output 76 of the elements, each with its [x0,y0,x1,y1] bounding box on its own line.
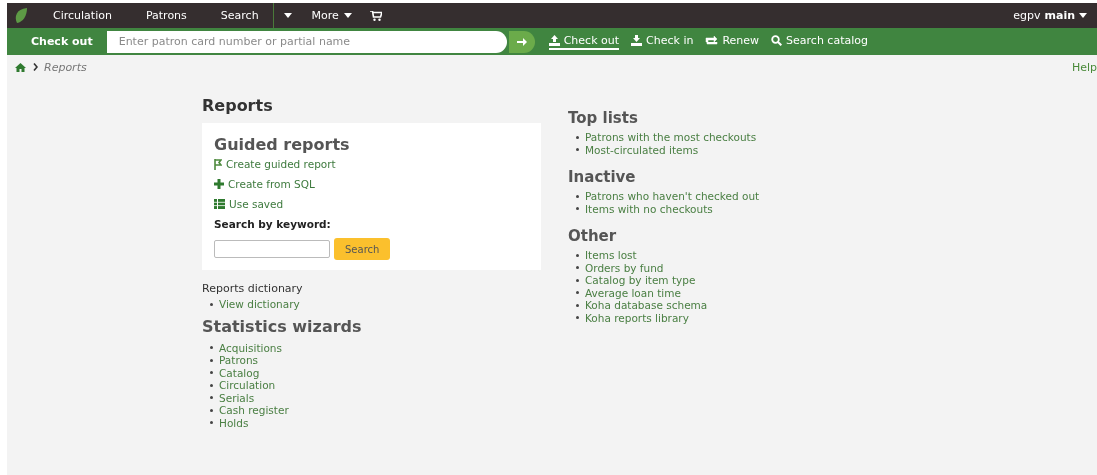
bullet-icon [576,266,579,270]
leaf-logo-icon[interactable] [14,7,28,24]
chevron-right-icon [33,63,38,71]
arrow-right-icon [516,36,527,47]
download-icon [631,34,643,46]
plus-icon [214,179,224,189]
action-link[interactable]: Create guided report [214,158,529,170]
report-link[interactable]: Koha database schema [585,299,708,312]
report-link[interactable]: Koha reports library [585,311,689,324]
report-link[interactable]: Serials [219,391,255,404]
section-heading: Reports dictionary [202,282,304,295]
caret-icon [1079,13,1087,18]
search-label: Search by keyword: [214,218,332,230]
report-link[interactable]: Patrons who haven't checked out [585,190,760,203]
section-heading: Top lists [568,109,639,127]
upload-icon [548,34,560,46]
bullet-icon [576,316,579,320]
toolbar-link[interactable]: Check in [631,33,694,50]
bullet-icon [576,135,579,139]
action-link[interactable]: Create from SQL [214,178,529,190]
section-heading: Other [568,227,618,245]
report-link[interactable]: Holds [219,416,249,429]
toolbar-link[interactable]: Renew [705,33,760,50]
nav-link[interactable]: Patrons [128,9,204,22]
report-link[interactable]: Cash register [219,404,289,417]
bullet-icon [210,383,213,387]
bullet-icon [576,207,579,211]
action-link[interactable]: Use saved [214,198,529,210]
more-menu[interactable]: More [301,9,362,22]
submit-button[interactable] [508,30,535,53]
page-title: Reports [202,96,274,115]
report-link[interactable]: Average loan time [585,286,681,299]
bullet-icon [210,371,213,375]
report-link[interactable]: View dictionary [219,298,300,311]
report-link[interactable]: Catalog [219,366,260,379]
bullet-icon [576,278,579,282]
report-link[interactable]: Most-circulated items [585,143,699,156]
search-icon [771,34,783,46]
report-link[interactable]: Items with no checkouts [585,202,713,215]
section-heading: Guided reports [214,135,351,154]
section-heading: Inactive [568,168,637,186]
bullet-icon [576,194,579,198]
report-link[interactable]: Orders by fund [585,261,664,274]
nav-link[interactable]: Search [203,9,276,22]
report-link[interactable]: Circulation [219,379,276,392]
search-button[interactable]: Search [334,238,391,260]
toolbar-link[interactable]: Search catalog [771,33,868,50]
repeat-arrows-icon [705,35,719,45]
cart-icon[interactable] [369,10,382,21]
bullet-icon [210,408,213,412]
toolbar-link[interactable]: Check out [548,33,620,50]
home-icon[interactable] [15,62,26,72]
report-link[interactable]: Items lost [585,249,637,262]
report-link[interactable]: Patrons [219,354,259,367]
nav-link[interactable]: Circulation [36,9,129,22]
report-link[interactable]: Acquisitions [219,341,282,354]
bullet-icon [576,148,579,152]
list-icon [214,199,225,209]
caret-icon[interactable] [283,13,292,18]
user-menu[interactable]: egpv main [1003,9,1097,22]
bullet-icon [210,421,213,425]
help-link[interactable]: Help [1071,60,1097,74]
keyword-field[interactable] [214,240,330,258]
report-link[interactable]: Catalog by item type [585,274,696,287]
caret-icon [343,13,352,18]
bullet-icon [210,396,213,400]
breadcrumb-current: Reports [44,60,87,74]
bullet-icon [576,303,579,307]
patron-search-field[interactable]: Enter patron card number or partial name [106,30,507,53]
bullet-icon [576,253,579,257]
bullet-icon [210,358,213,362]
bullet-icon [576,291,579,295]
report-link[interactable]: Patrons with the most checkouts [585,131,757,144]
bullet-icon [210,346,213,350]
section-heading: Statistics wizards [202,316,363,336]
bullet-icon [210,302,213,306]
